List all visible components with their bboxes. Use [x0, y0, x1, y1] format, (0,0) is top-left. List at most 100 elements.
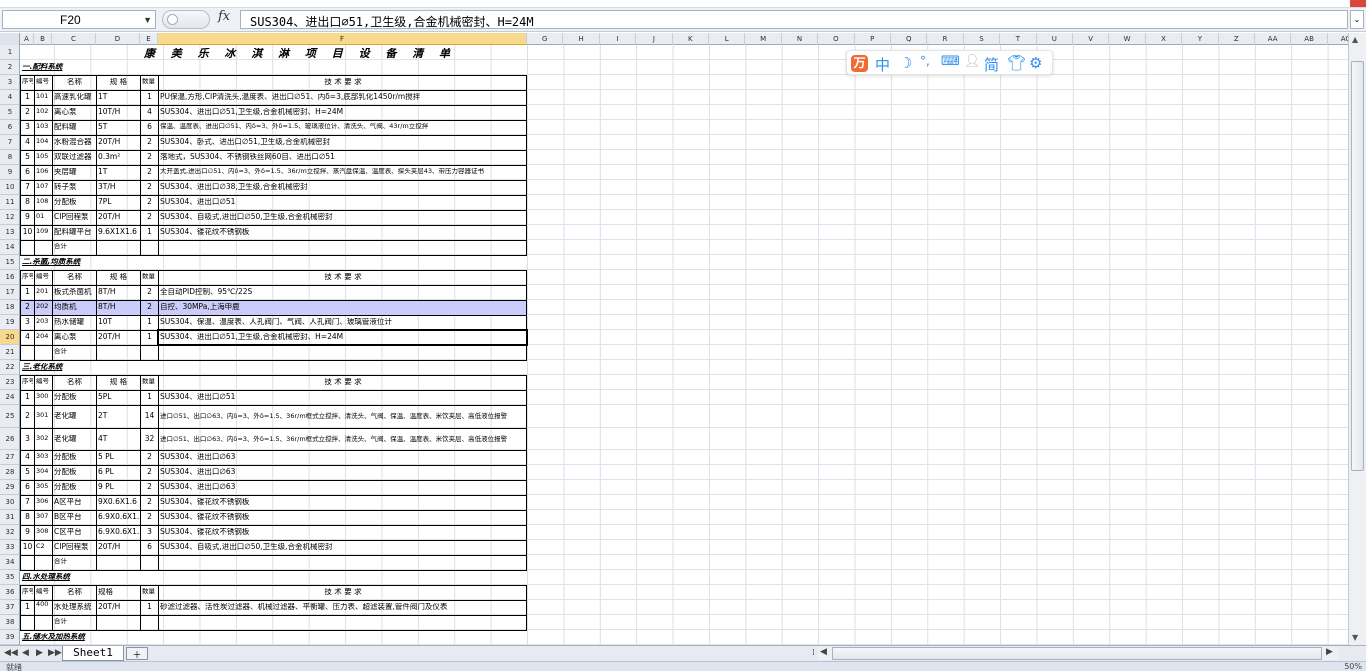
cell-spec[interactable]: 9.6X1X1.6 [98, 228, 139, 236]
cell-code[interactable]: 101 [36, 93, 51, 100]
cell-qty[interactable]: 32 [142, 435, 157, 443]
column-header-f[interactable]: F [158, 33, 527, 45]
zoom-level[interactable]: 50% [1344, 662, 1362, 671]
cell-spec[interactable]: 1T [98, 93, 139, 101]
column-header-w[interactable]: W [1109, 33, 1146, 45]
cell-requirements[interactable]: 全自动PID控制、95℃/22S [160, 288, 526, 296]
punctuation-icon[interactable]: °, [920, 54, 930, 68]
cell-code[interactable]: 304 [36, 468, 51, 475]
cell-code[interactable]: C2 [36, 543, 51, 550]
header-spec[interactable]: 规 格 [98, 378, 139, 386]
row-header-17[interactable]: 17 [0, 285, 19, 300]
column-header-x[interactable]: X [1146, 33, 1183, 45]
row-header-16[interactable]: 16 [0, 270, 19, 285]
cell-spec[interactable]: 2T [98, 412, 139, 420]
section-title[interactable]: 四.水处理系统 [22, 573, 95, 581]
cell-requirements[interactable]: SUS304、进出口∅63 [160, 468, 526, 476]
row-header-8[interactable]: 8 [0, 150, 19, 165]
cell-name[interactable]: A区平台 [54, 498, 95, 506]
column-header-l[interactable]: L [709, 33, 746, 45]
row-header-13[interactable]: 13 [0, 225, 19, 240]
cell-spec[interactable]: 10T/H [98, 108, 139, 116]
cell-qty[interactable]: 1 [142, 93, 157, 101]
cell-name[interactable]: 双联过滤器 [54, 153, 95, 161]
cell-name[interactable]: 配料罐平台 [54, 228, 95, 236]
total-label[interactable]: 合计 [54, 348, 95, 355]
row-header-2[interactable]: 2 [0, 60, 19, 75]
cell-qty[interactable]: 2 [142, 468, 157, 476]
row-header-20[interactable]: 20 [0, 330, 19, 345]
cell-seq[interactable]: 9 [22, 528, 33, 536]
cell-spec[interactable]: 3T/H [98, 183, 139, 191]
cell-spec[interactable]: 8T/H [98, 303, 139, 311]
column-header-p[interactable]: P [855, 33, 891, 45]
header-code[interactable]: 编号 [36, 273, 51, 280]
header-name[interactable]: 名称 [54, 588, 95, 596]
row-header-33[interactable]: 33 [0, 540, 19, 555]
column-header-g[interactable]: G [527, 33, 564, 45]
cell-name[interactable]: CIP回程泵 [54, 213, 95, 221]
cell-seq[interactable]: 1 [22, 603, 33, 611]
cell-requirements[interactable]: SUS304、进出口∅63 [160, 483, 526, 491]
cell-seq[interactable]: 6 [22, 168, 33, 176]
cell-requirements[interactable]: SUS304、保温、温度表、人孔阀门、气阀、人孔阀门、玻璃管液位计 [160, 318, 526, 326]
cell-requirements[interactable]: SUS304、进出口∅51 [160, 198, 526, 206]
cell-name[interactable]: 老化罐 [54, 435, 95, 443]
cell-seq[interactable]: 10 [22, 228, 33, 236]
cell-qty[interactable]: 2 [142, 198, 157, 206]
cell-seq[interactable]: 3 [22, 123, 33, 131]
header-requirements[interactable]: 技 术 要 求 [160, 588, 526, 596]
cell-qty[interactable]: 6 [142, 123, 157, 131]
header-name[interactable]: 名称 [54, 378, 95, 386]
row-header-1[interactable]: 1 [0, 45, 19, 60]
row-header-19[interactable]: 19 [0, 315, 19, 330]
cell-code[interactable]: 204 [36, 333, 51, 340]
cell-code[interactable]: 108 [36, 198, 51, 205]
cell-requirements[interactable]: SUS304、镂花纹不锈钢板 [160, 498, 526, 506]
header-code[interactable]: 编号 [36, 378, 51, 385]
cell-code[interactable]: 107 [36, 183, 51, 190]
total-label[interactable]: 合计 [54, 558, 95, 565]
cell-name[interactable]: 水处理系统 [54, 603, 95, 611]
cell-requirements[interactable]: 大开盖式,进出口∅51、内δ=3、外δ=1.5、36r/m立搅拌、蒸汽盘保温、温… [160, 168, 526, 175]
row-header-29[interactable]: 29 [0, 480, 19, 495]
row-header-21[interactable]: 21 [0, 345, 19, 360]
row-header-4[interactable]: 4 [0, 90, 19, 105]
cell-requirements[interactable]: SUS304、进出口∅51,卫生级,合金机械密封、H=24M [160, 108, 526, 116]
row-header-30[interactable]: 30 [0, 495, 19, 510]
cell-spec[interactable]: 5 PL [98, 453, 139, 461]
row-header-3[interactable]: 3 [0, 75, 19, 90]
cell-seq[interactable]: 9 [22, 213, 33, 221]
row-header-35[interactable]: 35 [0, 570, 19, 585]
horizontal-scroll-thumb[interactable] [832, 647, 1322, 660]
total-label[interactable]: 合计 [54, 243, 95, 250]
sheet-title[interactable]: 康 美 乐 冰 淇 淋 项 目 设 备 清 单 [140, 48, 460, 59]
cell-requirements[interactable]: 砂滤过滤器、活性炭过滤器、机械过滤器、平衡罐、压力表、超滤装置,管件阀门及仪表 [160, 603, 526, 611]
cell-requirements[interactable]: PU保温,方形,CIP清洗头,温度表、进出口∅51、内δ=3,底部乳化1450r… [160, 93, 526, 101]
cell-name[interactable]: 老化罐 [54, 412, 95, 420]
cell-spec[interactable]: 4T [98, 435, 139, 443]
header-seq[interactable]: 序号 [22, 378, 33, 385]
cell-requirements[interactable]: SUS304、镂花纹不锈钢板 [160, 513, 526, 521]
cell-qty[interactable]: 4 [142, 108, 157, 116]
cell-spec[interactable]: 6 PL [98, 468, 139, 476]
column-header-u[interactable]: U [1037, 33, 1073, 45]
cell-code[interactable]: 303 [36, 453, 51, 460]
cell-code[interactable]: 302 [36, 435, 51, 442]
cell-code[interactable]: 104 [36, 138, 51, 145]
cell-qty[interactable]: 1 [142, 318, 157, 326]
column-header-n[interactable]: N [782, 33, 819, 45]
header-name[interactable]: 名称 [54, 273, 95, 281]
gear-icon[interactable]: ⚙ [1029, 54, 1042, 72]
header-spec[interactable]: 规 格 [98, 273, 139, 281]
cell-name[interactable]: 板式杀菌机 [54, 288, 95, 296]
cell-requirements[interactable]: 落地式，SUS304、不锈钢铁丝网60目、进出口∅51 [160, 153, 526, 161]
header-qty[interactable]: 数量 [142, 378, 157, 385]
cell-name[interactable]: 夹层罐 [54, 168, 95, 176]
next-sheet-icon[interactable]: ▶ [36, 648, 43, 658]
column-header-b[interactable]: B [34, 33, 52, 45]
tab-sheet1[interactable]: Sheet1 [62, 646, 124, 661]
cell-qty[interactable]: 1 [142, 393, 157, 401]
cell-code[interactable]: 105 [36, 153, 51, 160]
cell-code[interactable]: 300 [36, 393, 51, 400]
